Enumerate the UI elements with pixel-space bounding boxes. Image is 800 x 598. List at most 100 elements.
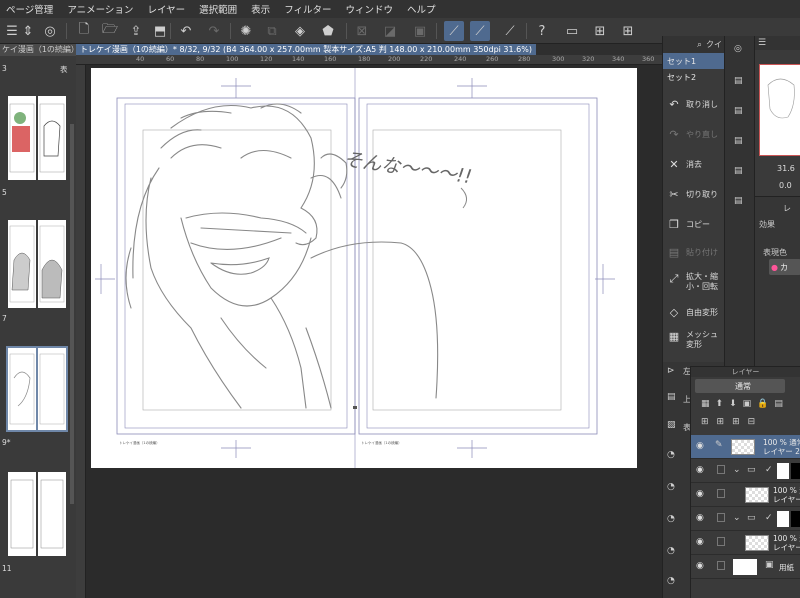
eye-icon[interactable]: ◉ [696,513,704,523]
page-thumbnail-selected[interactable] [6,346,38,432]
search-icon[interactable]: ⌕ [697,40,702,50]
snap-ruler-icon[interactable]: ⟋ [444,21,464,41]
new-folder-icon[interactable]: ⊞ [732,417,740,431]
page-thumbnail-selected[interactable] [36,346,68,432]
layer-tool-icon[interactable]: ⬆ [716,399,724,413]
horizontal-ruler[interactable]: 40 60 80 100 120 140 160 180 200 220 240… [76,55,662,65]
material-folder-icon[interactable]: ▤ [734,106,743,116]
color-mode-select[interactable]: ● カ [769,259,800,275]
property-tab[interactable]: レ [783,203,791,214]
delete-layer-icon[interactable]: ⊟ [748,417,756,431]
loading-icon[interactable]: ✺ [236,21,256,41]
search-icon[interactable]: ◎ [734,44,742,54]
layer-check[interactable] [717,513,725,522]
clear-command[interactable]: ✕ 消去 [663,158,725,171]
new-layer-icon[interactable]: ⊞ [701,417,709,431]
stepper-icon[interactable]: ⇕ [18,21,38,41]
set-item[interactable]: セット2 [663,69,724,85]
document-tab[interactable]: トレケイ漫画（1の続編）* 8/32, 9/32 (B4 364.00 x 25… [76,44,536,55]
undo-command[interactable]: ↶ 取り消し [663,98,725,111]
invert-selection-icon[interactable]: ◪ [380,21,400,41]
add-window-icon[interactable]: ⊞ [590,21,610,41]
redo-icon[interactable]: ↷ [204,21,224,41]
menu-layer[interactable]: レイヤー [147,2,185,16]
layer-check[interactable] [717,537,725,546]
tool-icon[interactable]: ◔ [667,576,675,586]
menu-filter[interactable]: フィルター [284,2,331,16]
eye-icon[interactable]: ◉ [696,441,704,451]
fill-icon[interactable]: ◈ [290,21,310,41]
layer-copy-icon[interactable]: ⧉ [262,21,282,41]
layer-check[interactable] [717,465,725,474]
tool-icon[interactable]: ◔ [667,546,675,556]
help-icon[interactable]: ? [532,21,552,41]
free-transform-command[interactable]: ◇ 自由変形 [663,306,725,319]
add-layer-icon[interactable]: ⊞ [618,21,638,41]
manga-spread-paper[interactable]: そんな〜〜〜!! トレケイ漫画（1の続編） トレケイ漫画（1の続編） [91,68,637,468]
canvas-area[interactable]: そんな〜〜〜!! トレケイ漫画（1の続編） トレケイ漫画（1の続編） [86,65,662,598]
swirl-icon[interactable]: ◎ [40,21,60,41]
page-thumbnail[interactable] [38,96,66,180]
page-thumbnail[interactable] [8,220,36,308]
material-folder-icon[interactable]: ▤ [734,76,743,86]
menu-view[interactable]: 表示 [251,2,270,16]
layer-row[interactable]: ◉ 100 % 通 レイヤー [691,531,800,555]
page-thumbnail[interactable] [38,472,66,556]
copy-command[interactable]: ❐ コピー [663,218,725,231]
redo-command[interactable]: ↷ やり直し [663,128,725,141]
layer-tool-icon[interactable]: ▤ [774,399,783,413]
zoom-value[interactable]: 31.6 [777,164,795,173]
set-item[interactable]: セット1 [663,53,724,69]
layer-tool-icon[interactable]: ▣ [743,399,752,413]
shape-icon[interactable]: ⬟ [318,21,338,41]
blend-mode-select[interactable]: 通常 [695,379,785,393]
layer-tool-icon[interactable]: ⬇ [729,399,737,413]
save-icon[interactable]: ⇪ [126,21,146,41]
page-thumbnail[interactable] [8,96,36,180]
crop-icon[interactable]: ▣ [410,21,430,41]
eye-icon[interactable]: ◉ [696,561,704,571]
tool-icon[interactable]: ◔ [667,514,675,524]
layer-row[interactable]: ◉ 100 % 通 レイヤー [691,483,800,507]
lock-icon[interactable]: 🔒 [757,399,768,413]
scale-rotate-command[interactable]: ⤢ 拡大・縮小・回転 [663,272,725,292]
comment-icon[interactable]: ▭ [562,21,582,41]
cut-command[interactable]: ✂ 切り取り [663,188,725,201]
vertical-ruler[interactable] [76,65,86,598]
new-file-icon[interactable]: 🗋 [74,21,94,41]
mesh-transform-command[interactable]: ▦ メッシュ変形 [663,330,725,350]
layer-tool-icon[interactable]: ▦ [701,399,710,413]
layer-row[interactable]: ◉ ✎ 100 % 通常 レイヤー 2 [691,435,800,459]
clear-selection-icon[interactable]: ⊠ [352,21,372,41]
material-folder-icon[interactable]: ▤ [734,166,743,176]
material-folder-icon[interactable]: ▤ [734,196,743,206]
tool-icon[interactable]: ◔ [667,482,675,492]
export-icon[interactable]: ⬒ [150,21,170,41]
tool-icon[interactable]: ◔ [667,450,675,460]
chevron-down-icon[interactable]: ⌄ [733,465,741,475]
layer-folder-row[interactable]: ◉ ⌄ ▭ ✓ [691,507,800,531]
eye-icon[interactable]: ◉ [696,465,704,475]
flip-icon[interactable]: ⊳ [667,366,675,376]
menu-selection[interactable]: 選択範囲 [199,2,237,16]
layer-folder-row[interactable]: ◉ ⌄ ▭ ✓ [691,459,800,483]
menu-help[interactable]: ヘルプ [407,2,436,16]
eye-icon[interactable]: ◉ [696,489,704,499]
navigator-preview[interactable] [759,64,800,156]
paste-command[interactable]: ▤ 貼り付け [663,246,725,259]
layer-check[interactable] [717,561,725,570]
rotation-value[interactable]: 0.0 [779,181,792,190]
menu-icon[interactable]: ☰ [758,38,766,48]
layer-check[interactable] [717,489,725,498]
snap-special-ruler-icon[interactable]: ⟋ [470,21,490,41]
tool-icon[interactable]: ▤ [667,392,676,402]
material-folder-icon[interactable]: ▤ [734,136,743,146]
eye-icon[interactable]: ◉ [696,537,704,547]
menu-animation[interactable]: アニメーション [67,2,133,16]
menu-window[interactable]: ウィンドウ [346,2,394,16]
paper-layer-row[interactable]: ◉ ▣ 用紙 [691,555,800,579]
menu-page[interactable]: ページ管理 [6,2,53,16]
chevron-down-icon[interactable]: ⌄ [733,513,741,523]
page-thumbnail[interactable] [38,220,66,308]
undo-icon[interactable]: ↶ [176,21,196,41]
